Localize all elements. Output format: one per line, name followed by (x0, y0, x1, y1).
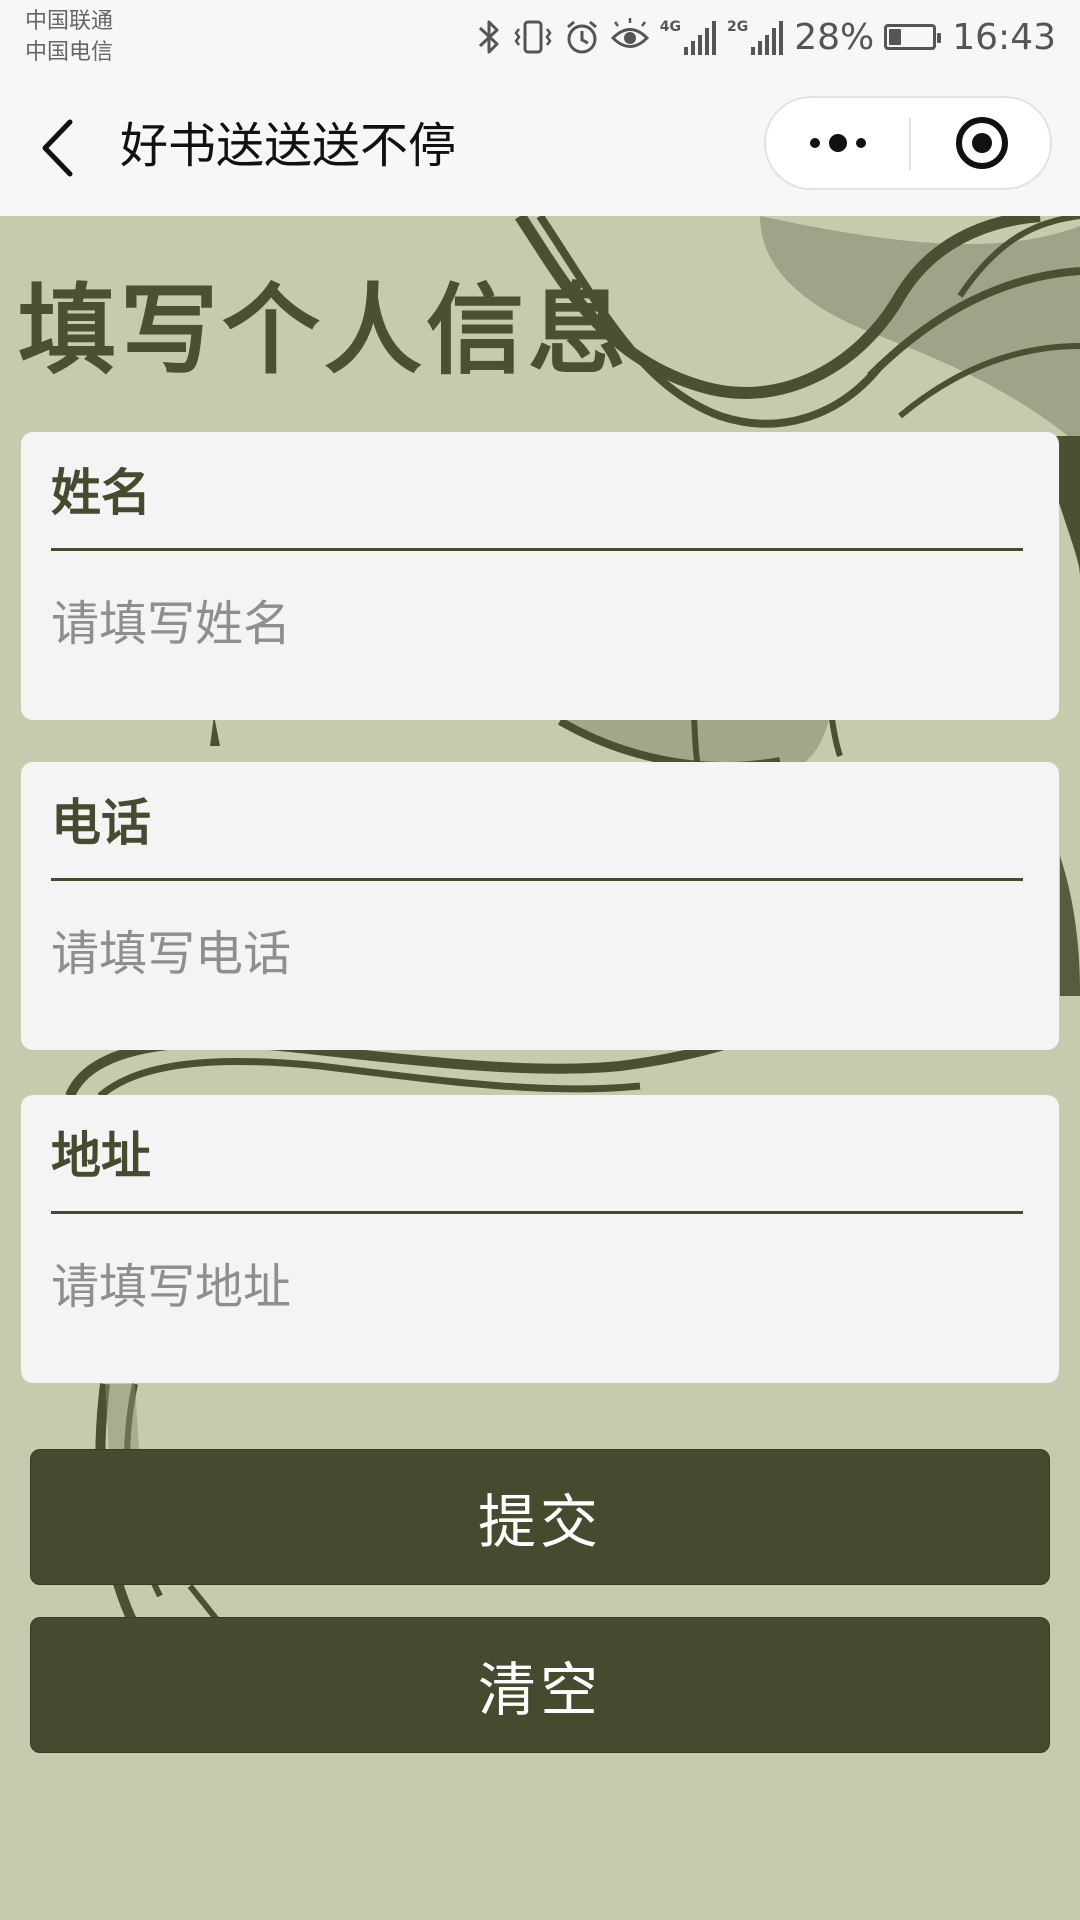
divider-line (51, 1211, 1023, 1214)
phone-label: 电话 (51, 794, 151, 852)
page-title: 填写个人信息 (18, 274, 631, 388)
phone-input[interactable] (51, 904, 1023, 1004)
signal-icon (684, 21, 716, 55)
carrier-info: 中国联通 中国电信 (25, 6, 113, 68)
address-card: 地址 (21, 1095, 1059, 1383)
signal-4g: 4G (660, 19, 717, 55)
divider-line (51, 878, 1023, 881)
network-label-1: 4G (659, 19, 681, 35)
close-miniprogram-button[interactable] (911, 98, 1052, 188)
nav-title: 好书送送送不停 (120, 118, 457, 174)
back-button[interactable] (30, 112, 90, 182)
status-icons: 4G 2G 28% 16:43 (476, 10, 1056, 64)
name-input[interactable] (51, 574, 1023, 674)
address-input[interactable] (51, 1237, 1023, 1337)
nav-bar: 好书送送送不停 (0, 74, 1080, 216)
content-area: 填写个人信息 姓名 电话 地址 提交 清空 (0, 216, 1080, 1920)
battery-icon (884, 24, 942, 50)
submit-button[interactable]: 提交 (30, 1449, 1050, 1585)
vibrate-icon (514, 20, 552, 54)
clock: 16:43 (952, 16, 1056, 58)
name-label: 姓名 (51, 464, 151, 522)
phone-card: 电话 (21, 762, 1059, 1050)
network-label-2: 2G (727, 19, 749, 35)
battery-percent: 28% (794, 16, 875, 58)
signal-2g: 2G (727, 19, 784, 55)
eye-icon (610, 18, 649, 48)
carrier-1: 中国联通 (25, 9, 114, 34)
clear-button[interactable]: 清空 (30, 1617, 1050, 1753)
back-arrow-icon (42, 119, 73, 177)
signal-icon (751, 21, 784, 55)
name-card: 姓名 (21, 432, 1059, 720)
bluetooth-icon (478, 20, 499, 54)
address-label: 地址 (51, 1127, 151, 1185)
more-dots-icon (809, 134, 866, 152)
status-bar: 中国联通 中国电信 4G 2G 28% 16:43 (0, 0, 1080, 74)
capsule-menu (764, 96, 1052, 190)
carrier-2: 中国电信 (25, 40, 114, 65)
divider-line (51, 548, 1023, 551)
alarm-icon (566, 20, 597, 54)
more-button[interactable] (766, 98, 909, 188)
target-close-icon (955, 117, 1008, 169)
battery-level (889, 29, 902, 45)
